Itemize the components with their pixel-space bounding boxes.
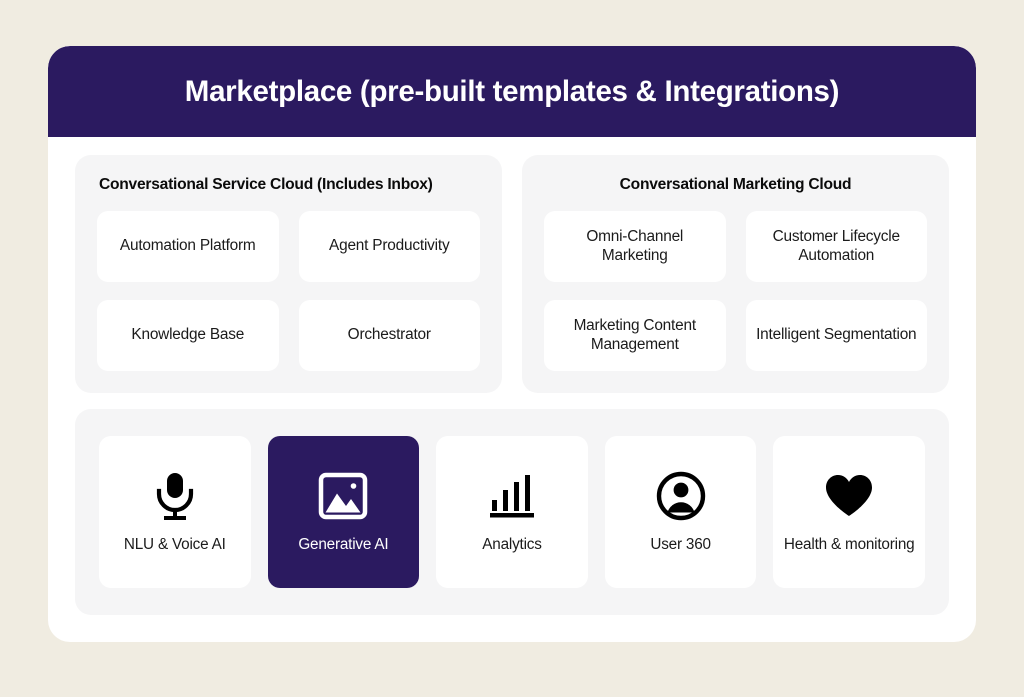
marketing-cloud-tile-grid: Omni-Channel Marketing Customer Lifecycl…	[544, 211, 927, 371]
account-circle-icon	[654, 469, 708, 523]
tile-marketing-content-management[interactable]: Marketing Content Management	[544, 300, 726, 371]
panel-heading-marketing-cloud: Conversational Marketing Cloud	[619, 176, 852, 193]
tile-agent-productivity[interactable]: Agent Productivity	[298, 211, 480, 282]
tile-intelligent-segmentation[interactable]: Intelligent Segmentation	[745, 300, 927, 371]
capability-card-generative-ai[interactable]: Generative AI	[267, 436, 420, 588]
capability-card-analytics[interactable]: Analytics	[436, 436, 588, 588]
capability-label: Analytics	[482, 536, 542, 554]
panel-heading-service-cloud: Conversational Service Cloud (Includes I…	[99, 176, 433, 193]
tile-knowledge-base[interactable]: Knowledge Base	[97, 300, 279, 371]
tile-orchestrator[interactable]: Orchestrator	[298, 300, 480, 371]
capability-label: NLU & Voice AI	[123, 536, 226, 554]
capability-label: User 360	[650, 536, 711, 554]
page-root: Marketplace (pre-built templates & Integ…	[0, 0, 1024, 697]
capability-label: Generative AI	[298, 536, 389, 554]
panel-conversational-service-cloud: Conversational Service Cloud (Includes I…	[75, 155, 502, 393]
tile-omni-channel-marketing[interactable]: Omni-Channel Marketing	[544, 211, 726, 282]
capability-card-user-360[interactable]: User 360	[604, 436, 757, 588]
service-cloud-tile-grid: Automation Platform Agent Productivity K…	[97, 211, 480, 371]
image-icon	[316, 469, 370, 523]
tile-customer-lifecycle-automation[interactable]: Customer Lifecycle Automation	[745, 211, 927, 282]
tile-automation-platform[interactable]: Automation Platform	[97, 211, 279, 282]
cloud-panels-row: Conversational Service Cloud (Includes I…	[75, 155, 949, 393]
capability-label: Health & monitoring	[783, 536, 915, 554]
page-title: Marketplace (pre-built templates & Integ…	[184, 74, 840, 108]
capability-card-nlu-voice-ai[interactable]: NLU & Voice AI	[99, 436, 251, 588]
panel-conversational-marketing-cloud: Conversational Marketing Cloud Omni-Chan…	[522, 155, 949, 393]
capability-card-health-monitoring[interactable]: Health & monitoring	[773, 436, 925, 588]
capabilities-row: NLU & Voice AI Generative AI Analytics U…	[99, 436, 925, 588]
capabilities-panel: NLU & Voice AI Generative AI Analytics U…	[75, 409, 949, 615]
marketplace-card: Marketplace (pre-built templates & Integ…	[48, 46, 976, 642]
microphone-icon	[148, 469, 202, 523]
marketplace-header: Marketplace (pre-built templates & Integ…	[48, 46, 976, 137]
heart-icon	[822, 469, 876, 523]
card-body: Conversational Service Cloud (Includes I…	[48, 137, 976, 642]
bar-chart-icon	[485, 469, 539, 523]
